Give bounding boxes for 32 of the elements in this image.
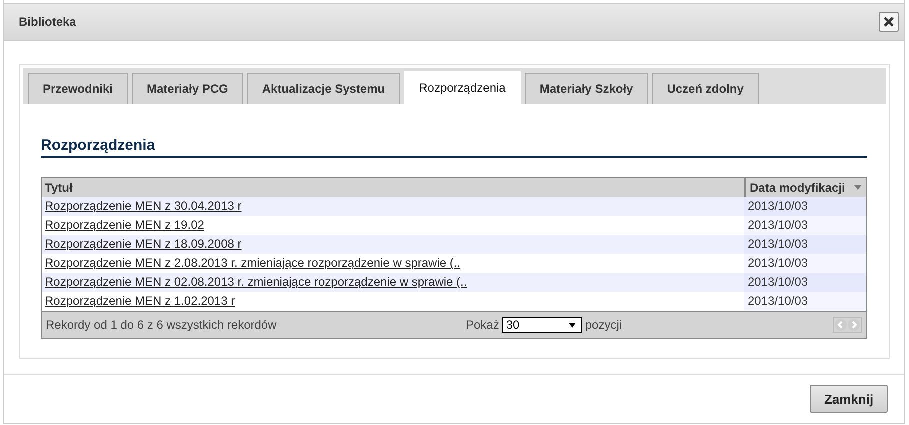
unit-label: pozycji (585, 318, 622, 332)
table-cell: 2013/10/03 (744, 235, 866, 254)
close-button[interactable] (879, 12, 899, 32)
window-title: Biblioteka (19, 15, 76, 29)
tab[interactable]: Przewodniki (28, 73, 128, 104)
dropdown-arrow-icon (569, 322, 576, 328)
table-cell: 2013/10/03 (744, 197, 866, 216)
table-cell: 2013/10/03 (744, 292, 866, 311)
tab[interactable]: Materiały Szkoły (524, 73, 648, 104)
sort-arrow-icon (854, 185, 862, 190)
document-link[interactable]: Rozporządzenie MEN z 2.08.2013 r. zmieniające rozporządzenie w sprawie (.. (45, 256, 461, 270)
section-heading: Rozporządzenia (41, 137, 867, 158)
tab[interactable]: Uczeń zdolny (652, 73, 759, 104)
table-cell: 2013/10/03 (744, 273, 866, 292)
document-link[interactable]: Rozporządzenie MEN z 1.02.2013 r (45, 294, 236, 308)
show-label: Pokaż (466, 318, 500, 332)
document-link[interactable]: Rozporządzenie MEN z 19.02 (45, 218, 204, 232)
document-link[interactable]: Rozporządzenie MEN z 30.04.2013 r (45, 199, 242, 213)
tab[interactable]: Aktualizacje Systemu (247, 73, 400, 104)
document-link[interactable]: Rozporządzenie MEN z 18.09.2008 r (45, 237, 242, 251)
tab[interactable]: Materiały PCG (132, 73, 244, 104)
close-icon (884, 17, 894, 27)
close-dialog-button[interactable]: Zamknij (810, 385, 888, 413)
column-header[interactable]: Tytuł (42, 178, 744, 197)
table-cell: 2013/10/03 (744, 254, 866, 273)
document-link[interactable]: Rozporządzenie MEN z 02.08.2013 r. zmieniające rozporządzenie w sprawie (.. (45, 275, 468, 289)
previous-page-button[interactable] (835, 319, 847, 331)
records-info: Rekordy od 1 do 6 z 6 wszystkich rekordów (46, 318, 278, 332)
next-page-button[interactable] (848, 319, 860, 331)
tab[interactable]: Rozporządzenia (404, 71, 521, 104)
table-cell: 2013/10/03 (744, 216, 866, 235)
page-size-select[interactable]: 30 (502, 317, 582, 333)
